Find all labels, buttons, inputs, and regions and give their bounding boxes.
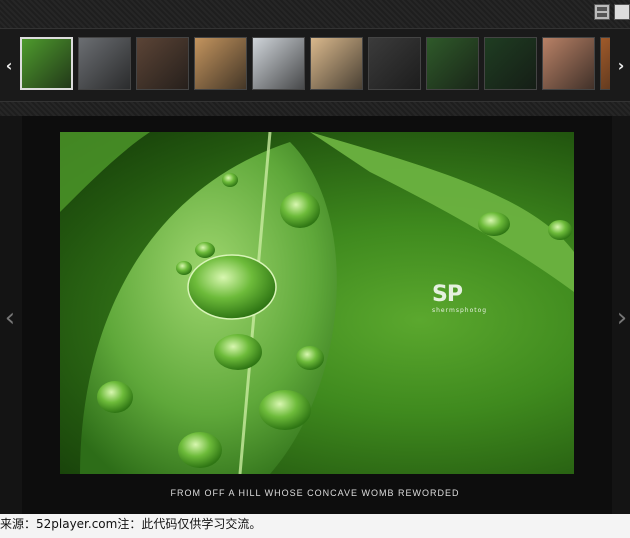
single-view-icon[interactable] (614, 4, 630, 20)
thumbnail-two-boys[interactable] (136, 37, 189, 90)
thumbnail-lily-pads[interactable] (426, 37, 479, 90)
thumbnail-strip: ‹ › (0, 28, 630, 102)
footer-note: 来源：52player.com注：此代码仅供学习交流。 (0, 514, 630, 538)
thumbnail-smiling-child[interactable] (542, 37, 595, 90)
next-image-arrow-icon[interactable]: › (614, 305, 630, 331)
thumbs-prev-arrow-icon[interactable]: ‹ (0, 29, 18, 101)
thumbnail-leaf-water-drops[interactable] (20, 37, 73, 90)
view-toggles (594, 4, 630, 20)
watermark-subtitle: shermsphotog (432, 307, 488, 314)
thumbs-next-arrow-icon[interactable]: › (612, 29, 630, 101)
gallery-page: ‹ › ‹ › SP shermsphotog FROM OFF A HILL … (0, 0, 630, 538)
thumbnail-partial-photo[interactable] (600, 37, 610, 90)
main-photo[interactable]: SP shermsphotog (60, 132, 574, 474)
thumbnail-hallway[interactable] (252, 37, 305, 90)
thumbnail-street-scene[interactable] (78, 37, 131, 90)
prev-image-arrow-icon[interactable]: ‹ (2, 305, 18, 331)
thumbnail-field-sky[interactable] (194, 37, 247, 90)
thumbnail-beans[interactable] (310, 37, 363, 90)
image-caption: FROM OFF A HILL WHOSE CONCAVE WOMB REWOR… (170, 488, 460, 498)
thumbnail-list (20, 37, 610, 93)
watermark-logo: SP (432, 282, 463, 307)
watermark: SP shermsphotog (432, 282, 512, 314)
thumbnail-camera-lens[interactable] (368, 37, 421, 90)
thumbnail-dark-leaves[interactable] (484, 37, 537, 90)
grid-view-icon[interactable] (594, 4, 610, 20)
